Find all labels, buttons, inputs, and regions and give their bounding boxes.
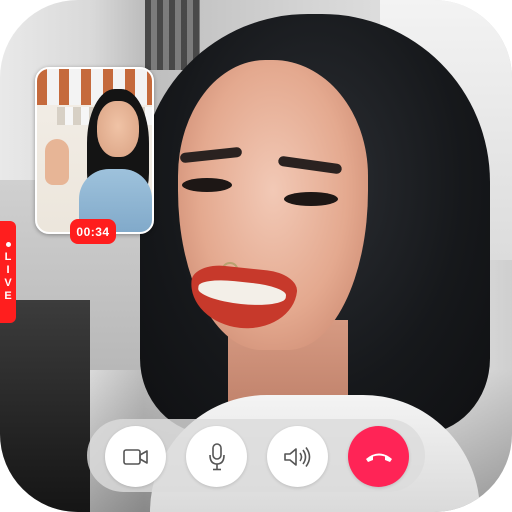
live-letter: L: [4, 250, 12, 263]
self-view-waving-hand: [45, 139, 69, 185]
live-letter: V: [4, 276, 12, 289]
toggle-video-button[interactable]: [105, 426, 166, 487]
call-timer: 00:34: [70, 219, 116, 244]
live-badge: L I V E: [0, 221, 16, 323]
speaker-icon: [283, 446, 310, 467]
live-dot-icon: [5, 241, 11, 247]
live-letter: E: [4, 289, 12, 302]
end-call-button[interactable]: [348, 426, 409, 487]
caller-eye-left: [182, 178, 232, 192]
toggle-mic-button[interactable]: [186, 426, 247, 487]
microphone-icon: [208, 442, 225, 470]
live-letter: I: [6, 263, 10, 276]
caller-eye-right: [284, 192, 338, 206]
video-camera-icon: [122, 448, 148, 465]
background-shadow: [0, 300, 90, 512]
self-view-face: [97, 101, 139, 157]
live-label: L I V E: [4, 251, 11, 303]
end-call-icon: [365, 453, 392, 462]
toggle-speaker-button[interactable]: [267, 426, 328, 487]
self-view-video[interactable]: [35, 67, 154, 234]
